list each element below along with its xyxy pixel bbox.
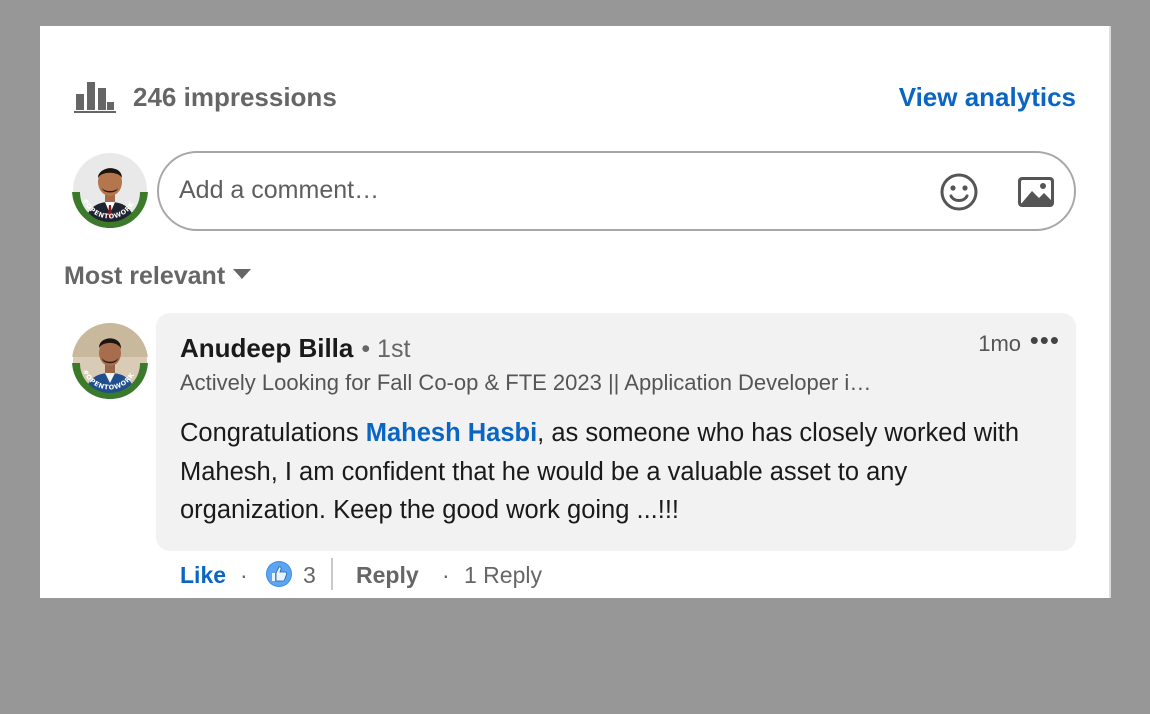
connection-degree: • 1st	[361, 335, 411, 363]
comment-body: Congratulations Mahesh Hasbi, as someone…	[180, 414, 1060, 530]
mention-link[interactable]: Mahesh Hasbi	[366, 419, 537, 447]
image-icon[interactable]	[1016, 173, 1056, 211]
post-social-card: 246 impressions View analytics #OPENTOWO…	[40, 26, 1111, 598]
author-photo: #OPENTOWORK	[72, 323, 148, 399]
more-options-icon[interactable]: •••	[1030, 325, 1060, 356]
impressions-row: 246 impressions View analytics	[74, 78, 1076, 118]
impressions-count: 246 impressions	[133, 82, 337, 112]
replies-count-link[interactable]: 1 Reply	[464, 562, 542, 589]
reaction-count[interactable]: 3	[303, 562, 316, 589]
caret-down-icon	[233, 269, 252, 279]
view-analytics-link[interactable]: View analytics	[899, 82, 1076, 113]
comment-bubble: Anudeep Billa • 1st 1mo ••• Actively Look…	[156, 313, 1076, 551]
author-headline: Actively Looking for Fall Co-op & FTE 20…	[180, 370, 872, 395]
current-user-avatar[interactable]: #OPENTOWORK	[72, 152, 148, 228]
comment-composer[interactable]	[157, 151, 1076, 231]
reply-button[interactable]: Reply	[356, 562, 419, 589]
separator-dot: ·	[240, 562, 248, 588]
bar-chart-icon	[74, 82, 116, 113]
smiley-icon[interactable]	[939, 172, 979, 212]
sort-label: Most relevant	[64, 262, 226, 290]
comment-author-avatar[interactable]: #OPENTOWORK	[72, 323, 148, 399]
like-button[interactable]: Like	[180, 562, 226, 589]
comment-author-line: Anudeep Billa • 1st	[180, 333, 410, 364]
separator-dot: ·	[442, 562, 450, 588]
comment-author-name[interactable]: Anudeep Billa	[180, 333, 353, 363]
comment-timestamp: 1mo	[978, 331, 1021, 356]
comment-input[interactable]	[177, 169, 901, 211]
thumbs-up-icon[interactable]	[265, 560, 293, 588]
current-user-photo: #OPENTOWORK	[72, 152, 148, 228]
comment-text-start: Congratulations	[180, 419, 366, 447]
sort-dropdown[interactable]: Most relevant	[64, 262, 252, 291]
action-divider	[331, 558, 333, 590]
